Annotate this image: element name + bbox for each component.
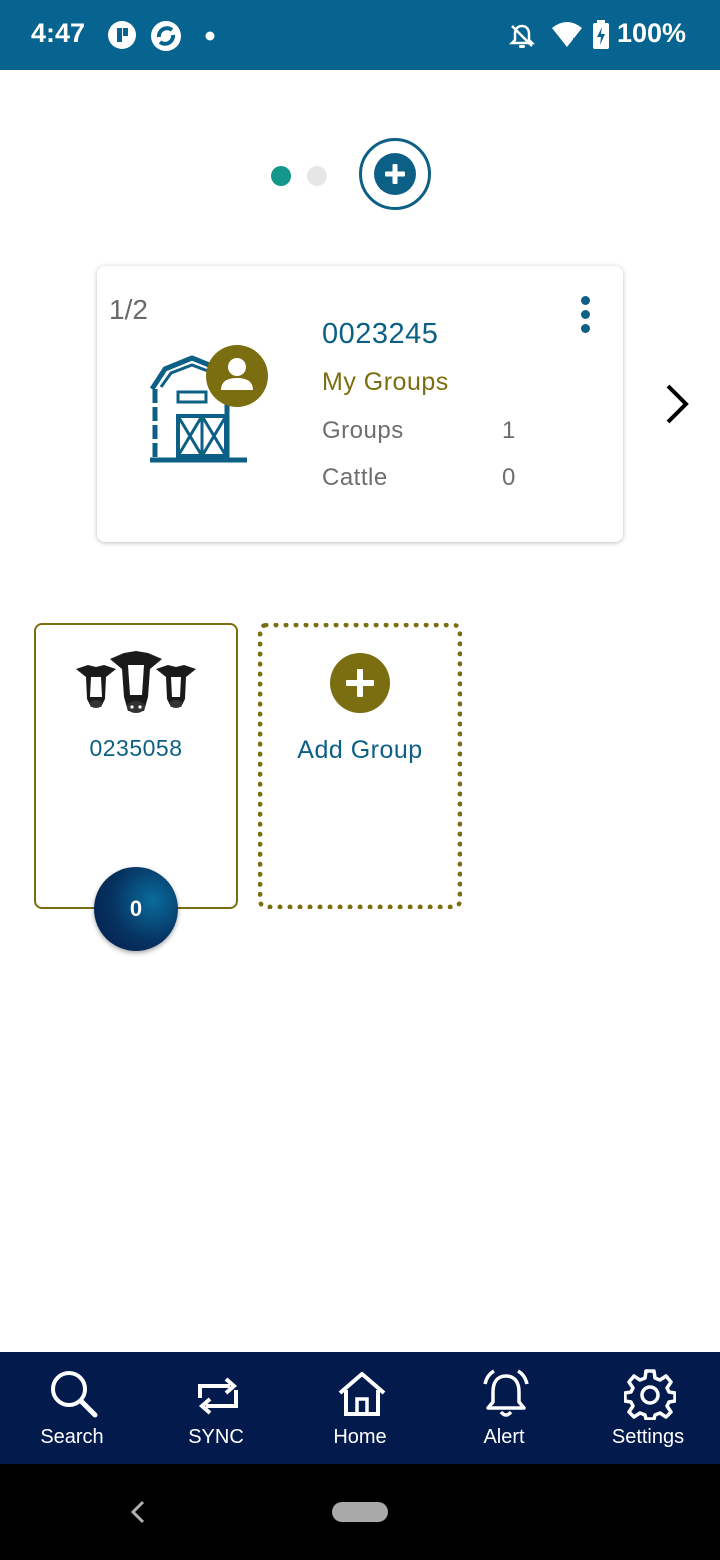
cattle-value: 0 xyxy=(502,464,516,491)
dot-icon xyxy=(205,31,215,41)
plus-circle-icon xyxy=(374,153,416,195)
chevron-right-icon[interactable] xyxy=(660,382,692,426)
app-notification-icon xyxy=(108,21,136,49)
battery-percentage: 100% xyxy=(616,18,686,48)
nav-sync[interactable]: SYNC xyxy=(144,1352,288,1464)
nav-alert-label: Alert xyxy=(483,1426,525,1448)
sync-notification-icon xyxy=(151,21,181,51)
home-icon xyxy=(338,1372,386,1416)
battery-charging-icon xyxy=(593,20,609,49)
group-id: 0235058 xyxy=(89,735,183,761)
status-time: 4:47 xyxy=(31,18,86,48)
cattle-count-badge[interactable]: 0 xyxy=(94,867,178,951)
farm-title: My Groups xyxy=(322,368,449,396)
wifi-icon: 5 xyxy=(552,22,582,49)
nav-settings[interactable]: Settings xyxy=(576,1352,720,1464)
nav-home[interactable]: Home xyxy=(288,1352,432,1464)
add-farm-button[interactable] xyxy=(359,138,431,210)
nav-sync-label: SYNC xyxy=(188,1426,244,1448)
cows-icon xyxy=(76,651,196,713)
svg-text:5: 5 xyxy=(572,36,580,49)
nav-settings-label: Settings xyxy=(611,1426,685,1448)
back-icon[interactable] xyxy=(128,1498,148,1526)
groups-label: Groups xyxy=(322,417,404,444)
cattle-label: Cattle xyxy=(322,464,388,491)
nav-search-label: Search xyxy=(40,1426,104,1448)
kebab-menu-icon[interactable] xyxy=(577,296,593,340)
bottom-nav: Search SYNC Home Alert Settings xyxy=(0,1352,720,1464)
barn-user-icon xyxy=(149,345,268,463)
do-not-disturb-icon xyxy=(508,24,536,48)
gear-icon xyxy=(624,1369,676,1420)
add-group-label: Add Group xyxy=(297,736,423,764)
card-counter: 1/2 xyxy=(109,294,148,325)
search-icon xyxy=(51,1371,98,1418)
farm-card[interactable]: 1/2 0023245 My Groups Groups 1 Cattle 0 xyxy=(97,266,623,542)
sync-icon xyxy=(198,1377,238,1415)
system-nav-bar xyxy=(0,1464,720,1560)
alert-bell-icon xyxy=(483,1369,529,1417)
nav-alert[interactable]: Alert xyxy=(432,1352,576,1464)
nav-search[interactable]: Search xyxy=(0,1352,144,1464)
page-indicator-inactive[interactable] xyxy=(307,166,327,186)
add-group-tile[interactable]: Add Group xyxy=(258,623,462,909)
plus-circle-icon xyxy=(330,653,390,713)
status-bar: 4:47 5 100% xyxy=(0,0,720,70)
page-indicator-active[interactable] xyxy=(271,166,291,186)
home-pill[interactable] xyxy=(332,1502,388,1522)
groups-value: 1 xyxy=(502,417,516,444)
nav-home-label: Home xyxy=(333,1426,387,1448)
farm-id: 0023245 xyxy=(322,318,439,350)
